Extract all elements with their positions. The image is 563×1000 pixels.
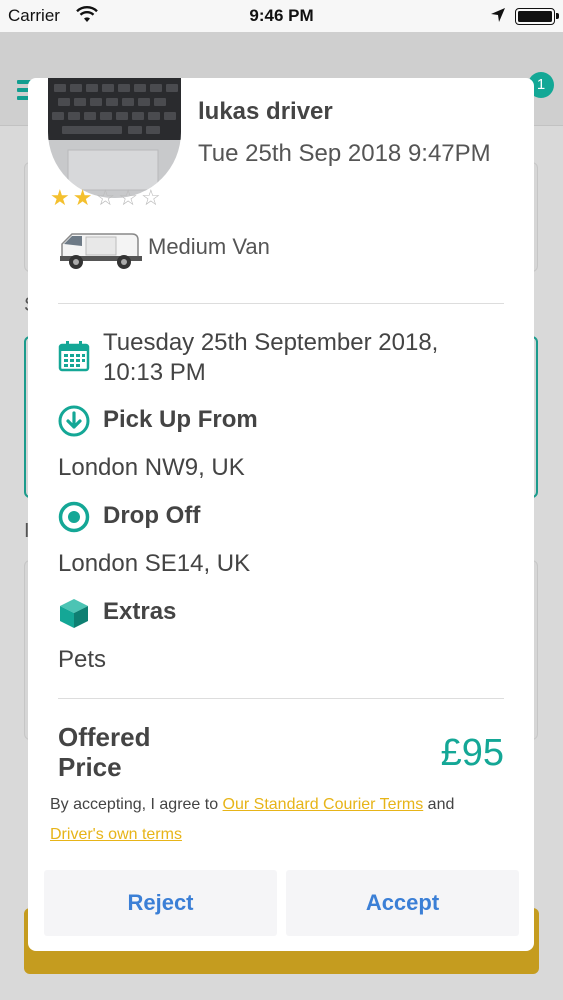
reject-button[interactable]: Reject	[44, 870, 277, 936]
star-empty-icon: ☆	[118, 185, 138, 210]
pickup-arrow-icon	[58, 405, 90, 437]
star-filled-icon: ★	[50, 185, 70, 210]
divider	[58, 303, 504, 304]
dropoff-label: Drop Off	[103, 502, 201, 529]
dropoff-target-icon	[58, 501, 90, 533]
extras-label: Extras	[103, 598, 177, 625]
battery-icon	[515, 8, 559, 25]
pickup-label: Pick Up From	[103, 406, 258, 433]
offered-price-label: Offered Price	[58, 722, 151, 782]
calendar-icon	[58, 341, 90, 372]
accept-button[interactable]: Accept	[286, 870, 519, 936]
divider	[58, 698, 504, 699]
vehicle-type: Medium Van	[148, 234, 270, 259]
van-icon	[60, 233, 142, 269]
offer-timestamp: Tue 25th Sep 2018 9:47PM	[198, 140, 491, 167]
extras-value: Pets	[58, 646, 107, 673]
dropoff-location: London SE14, UK	[58, 550, 251, 577]
star-empty-icon: ☆	[95, 185, 116, 210]
driver-avatar	[48, 78, 181, 198]
scheduled-date: Tuesday 25th September 2018, 10:13 PM	[103, 329, 439, 386]
driver-terms-link[interactable]: Driver's own terms	[50, 826, 182, 843]
driver-rating: ★ ★ ☆ ☆ ☆	[50, 186, 161, 210]
pickup-location: London NW9, UK	[58, 454, 245, 481]
driver-name: lukas driver	[198, 98, 333, 125]
terms-text: By accepting, I agree to Our Standard Co…	[50, 796, 455, 843]
offered-price: £95	[440, 732, 504, 774]
status-bar: Carrier 9:46 PM	[0, 0, 563, 32]
star-filled-icon: ★	[72, 185, 93, 210]
location-arrow-icon	[491, 8, 505, 22]
offer-modal: lukas driver Tue 25th Sep 2018 9:47PM ★ …	[28, 78, 534, 951]
clock: 9:46 PM	[249, 6, 314, 25]
box-icon	[60, 599, 88, 628]
star-empty-icon: ☆	[140, 185, 161, 210]
courier-terms-link[interactable]: Our Standard Courier Terms	[223, 796, 424, 813]
